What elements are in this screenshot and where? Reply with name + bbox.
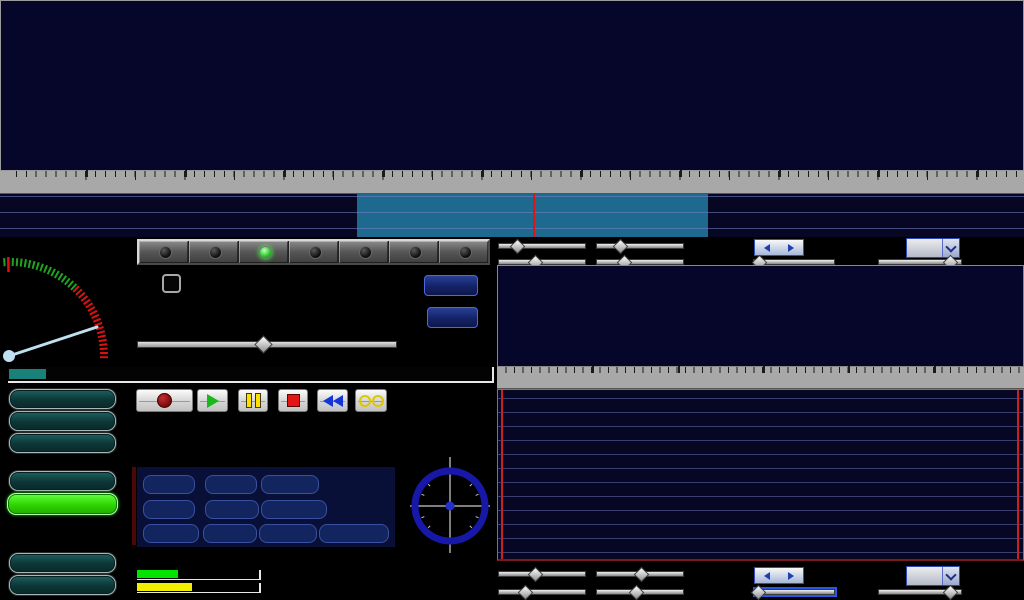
mode-led-icon (159, 246, 172, 259)
af-waterfall-display[interactable] (497, 265, 1024, 367)
af-spectrum-trace (498, 390, 1023, 560)
waterfall-shift-spinner-top[interactable] (754, 239, 804, 256)
nr-button[interactable] (143, 475, 195, 494)
right-arrow-icon[interactable] (788, 572, 794, 580)
volume-slider[interactable] (137, 337, 397, 351)
af-frequency-scale[interactable] (497, 367, 1024, 389)
stop-button[interactable] (278, 389, 308, 412)
freq-mgr-button[interactable] (424, 275, 478, 296)
lo-auto-button[interactable] (162, 274, 181, 293)
af-spectrum-display[interactable] (497, 389, 1024, 561)
loop-button[interactable] (355, 389, 387, 412)
play-button[interactable] (197, 389, 228, 412)
record-button[interactable] (136, 389, 193, 412)
options-button[interactable] (9, 433, 116, 453)
mode-led-icon (359, 246, 372, 259)
mode-led-icon (309, 246, 322, 259)
waterfall-shift-spinner-bottom[interactable] (754, 567, 804, 584)
zoom-slider-bottom[interactable] (755, 585, 835, 598)
despread-button[interactable] (261, 500, 327, 519)
pause-button[interactable] (238, 389, 268, 412)
waterfall-brightness-slider-top[interactable] (498, 239, 586, 252)
mode-led-icon (409, 246, 422, 259)
cw-afc-button[interactable] (203, 524, 257, 543)
agc-off-button[interactable] (205, 500, 259, 519)
full-screen-button[interactable] (7, 493, 118, 515)
mode-button-drm[interactable] (438, 241, 488, 263)
cpu-total-fill (137, 583, 192, 591)
mode-button-lsb[interactable] (288, 241, 338, 263)
mode-led-icon (459, 246, 472, 259)
mode-button-am[interactable] (139, 241, 188, 263)
hdsdr-window (0, 0, 1024, 600)
spectrum-brightness-slider-bottom[interactable] (498, 585, 586, 598)
dsp-panel (137, 467, 395, 547)
avg-count-dropdown-bottom[interactable] (906, 566, 960, 586)
cw-fullbw-button[interactable] (319, 524, 389, 543)
panel-divider (132, 467, 136, 545)
speed-slider-bottom[interactable] (878, 585, 962, 598)
main-frequency-scale[interactable] (0, 171, 1024, 194)
record-icon (157, 393, 172, 408)
extio-button[interactable] (427, 307, 478, 328)
rewind-icon (323, 395, 343, 407)
soundcard-button[interactable] (9, 389, 116, 409)
nb-button[interactable] (205, 475, 257, 494)
main-waterfall-display[interactable] (0, 0, 1024, 171)
main-spectrum-display[interactable] (0, 194, 1024, 237)
main-spectrum-trace (0, 194, 1024, 237)
squelch-level[interactable] (9, 369, 46, 379)
waterfall-brightness-slider-bottom[interactable] (498, 567, 586, 580)
scale-ticks (0, 171, 1024, 181)
spectrum-contrast-slider-bottom[interactable] (596, 585, 684, 598)
mode-led-icon (259, 246, 272, 259)
cpu-hdsdr-bar (137, 570, 261, 580)
mode-bar (137, 239, 490, 265)
play-icon (207, 394, 219, 408)
dropdown-arrow-icon[interactable] (942, 567, 959, 585)
cpu-hdsdr-fill (137, 570, 178, 578)
cw-zap-button[interactable] (143, 524, 199, 543)
phase-dot (446, 502, 455, 511)
pause-icon (246, 393, 261, 408)
left-arrow-icon[interactable] (764, 244, 770, 252)
right-arrow-icon[interactable] (788, 244, 794, 252)
cpu-total-bar (137, 583, 261, 593)
meter-needle (9, 327, 97, 356)
mode-button-usb[interactable] (338, 241, 388, 263)
info-update-button[interactable] (9, 471, 116, 491)
scale-ticks (497, 367, 1024, 374)
waterfall-contrast-slider-bottom[interactable] (596, 567, 684, 580)
slider-thumb[interactable] (254, 335, 272, 353)
mode-button-fm[interactable] (238, 241, 288, 263)
mute-button[interactable] (143, 500, 195, 519)
cw-peak-button[interactable] (259, 524, 317, 543)
phase-scope (408, 457, 492, 553)
loop-icon (359, 395, 384, 407)
left-arrow-icon[interactable] (764, 572, 770, 580)
minimize-button[interactable] (9, 553, 116, 573)
mode-led-icon (209, 246, 222, 259)
notch-button[interactable] (261, 475, 319, 494)
stop-icon (287, 394, 300, 407)
mode-button-ecss[interactable] (188, 241, 238, 263)
s-meter (0, 248, 125, 368)
squelch-bar[interactable] (8, 367, 494, 383)
rewind-button[interactable] (317, 389, 348, 412)
exit-button[interactable] (9, 575, 116, 595)
waterfall-contrast-slider-top[interactable] (596, 239, 684, 252)
mode-button-cw[interactable] (388, 241, 438, 263)
af-waterfall-canvas[interactable] (498, 266, 1023, 366)
main-waterfall-canvas[interactable] (1, 1, 1023, 170)
samplerate-button[interactable] (9, 411, 116, 431)
needle-pivot (3, 350, 15, 362)
